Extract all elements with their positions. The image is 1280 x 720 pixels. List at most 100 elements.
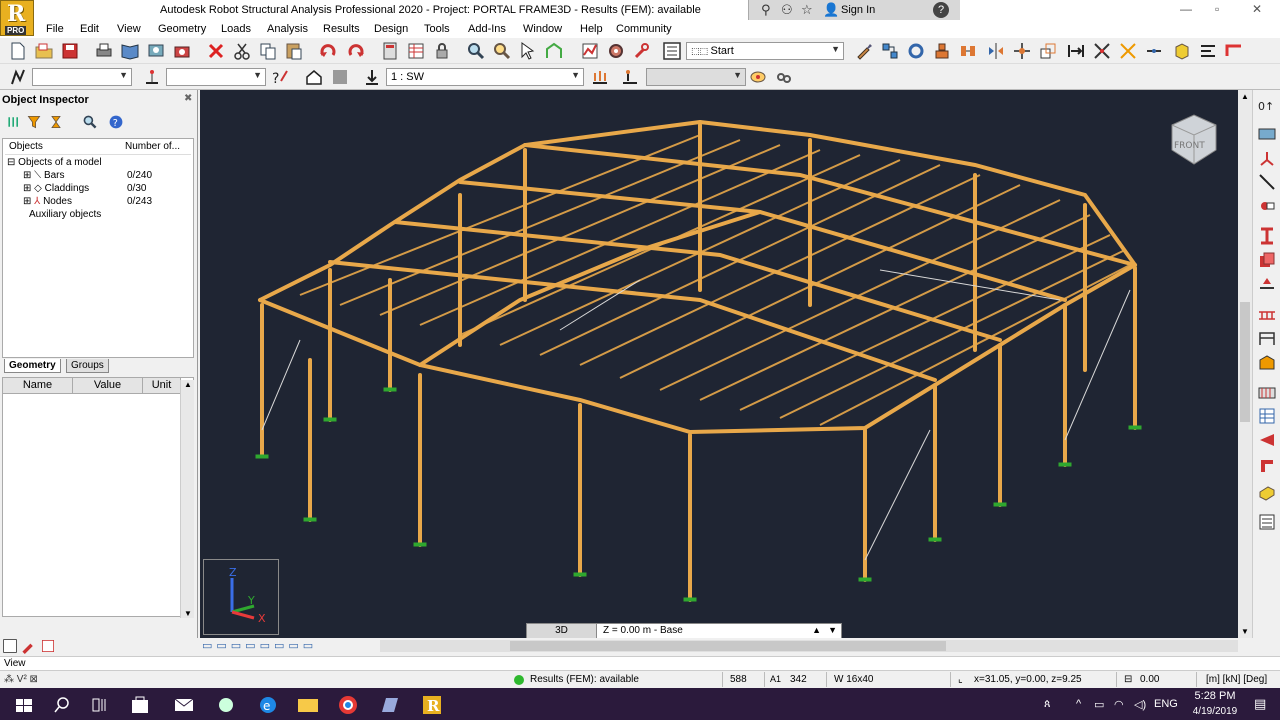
copy-icon[interactable] <box>258 41 278 61</box>
frame-icon[interactable] <box>8 67 28 87</box>
rotate-icon[interactable] <box>906 41 926 61</box>
nodes-icon[interactable] <box>880 41 900 61</box>
tree-item-aux[interactable]: Auxiliary objects <box>29 209 101 220</box>
search-icon[interactable] <box>42 692 82 718</box>
menu-design[interactable]: Design <box>374 23 408 35</box>
plane-up-icon[interactable]: ▲ <box>812 625 821 635</box>
mirror-icon[interactable] <box>986 41 1006 61</box>
menu-analysis[interactable]: Analysis <box>267 23 308 35</box>
scroll-thumb[interactable] <box>510 641 946 651</box>
section-profile-icon[interactable] <box>1257 226 1277 246</box>
trim-icon[interactable] <box>1118 41 1138 61</box>
report-icon[interactable] <box>1257 512 1277 532</box>
selection-combo-1[interactable]: ▼ <box>32 68 132 86</box>
house-icon[interactable] <box>304 67 324 87</box>
camera-icon[interactable] <box>172 41 192 61</box>
zoom-window-icon[interactable] <box>492 41 512 61</box>
lock-icon[interactable] <box>432 41 452 61</box>
scroll-up-icon[interactable]: ▲ <box>184 380 192 389</box>
combination-icon[interactable] <box>620 67 640 87</box>
search-icon[interactable] <box>82 114 98 130</box>
calculator-icon[interactable] <box>380 41 400 61</box>
new-file-icon[interactable] <box>8 41 28 61</box>
app-icon[interactable] <box>206 692 246 718</box>
tree-item-bars[interactable]: ⊞ ⟍ Bars <box>23 170 65 181</box>
user-icon[interactable]: 👤 <box>823 2 839 18</box>
tree-item-claddings[interactable]: ⊞ ◇ Claddings <box>23 183 89 194</box>
divide-icon[interactable] <box>1144 41 1164 61</box>
layout-selector[interactable]: ⬚⬚ Start ▼ <box>686 42 844 60</box>
delete-icon[interactable] <box>206 41 226 61</box>
viewport-vertical-scrollbar[interactable]: ▲ ▼ <box>1238 90 1252 638</box>
star-icon[interactable]: ☆ <box>801 2 813 18</box>
menu-edit[interactable]: Edit <box>80 23 99 35</box>
bar-select-icon[interactable] <box>142 67 162 87</box>
expand-icon[interactable]: ⊞ <box>23 196 31 207</box>
load-display-icon[interactable] <box>590 67 610 87</box>
scroll-down-icon[interactable]: ▼ <box>184 609 192 618</box>
edit-icon[interactable] <box>20 638 36 654</box>
app-logo[interactable]: R PRO <box>0 0 34 36</box>
grid-display-icon[interactable] <box>1257 124 1277 144</box>
support-icon[interactable] <box>1257 148 1277 168</box>
eye-icon[interactable] <box>748 67 768 87</box>
help-icon[interactable]: ? <box>108 114 124 130</box>
minimize-icon[interactable]: — <box>1180 2 1192 16</box>
panel-close-icon[interactable]: ✖ <box>184 93 192 104</box>
material-icon[interactable] <box>1257 250 1277 270</box>
selection-combo-2[interactable]: ▼ <box>166 68 266 86</box>
funnel-icon[interactable] <box>26 114 42 130</box>
screen-capture-icon[interactable] <box>146 41 166 61</box>
wifi-icon[interactable]: ◠ <box>1114 698 1124 711</box>
column-name[interactable]: Name <box>3 378 73 394</box>
steel-design-icon[interactable] <box>1257 430 1277 450</box>
bar-icon[interactable] <box>1257 172 1277 192</box>
beam-icon[interactable] <box>1257 482 1277 502</box>
column-unit[interactable]: Unit <box>143 378 181 394</box>
filter-icon[interactable] <box>6 114 22 130</box>
extend-icon[interactable] <box>1066 41 1086 61</box>
view-mode-3d[interactable]: 3D <box>527 624 597 638</box>
menu-view[interactable]: View <box>117 23 141 35</box>
list-icon[interactable] <box>2 638 18 654</box>
tree-root[interactable]: ⊟ Objects of a model <box>7 157 102 168</box>
zoom-icon[interactable] <box>466 41 486 61</box>
filter-table-icon[interactable] <box>40 638 56 654</box>
print-icon[interactable] <box>94 41 114 61</box>
collapse-icon[interactable]: ⊟ <box>7 157 15 168</box>
task-view-icon[interactable] <box>80 692 120 718</box>
menu-help[interactable]: Help <box>580 23 603 35</box>
diagrams-icon[interactable] <box>580 41 600 61</box>
expand-icon[interactable]: ⊞ <box>23 183 31 194</box>
mail-icon[interactable] <box>164 692 204 718</box>
redo-icon[interactable] <box>346 41 366 61</box>
scroll-down-icon[interactable]: ▼ <box>1241 627 1249 636</box>
query-icon[interactable]: ? <box>270 67 290 87</box>
nodes-number-icon[interactable]: 0↑ <box>1257 96 1277 116</box>
link-icon[interactable] <box>774 67 794 87</box>
tab-groups[interactable]: Groups <box>66 359 109 373</box>
save-icon[interactable] <box>60 41 80 61</box>
layout-list-icon[interactable] <box>662 41 682 61</box>
notifications-icon[interactable]: ▤ <box>1254 696 1266 712</box>
load-icon[interactable] <box>932 41 952 61</box>
edge-icon[interactable]: e <box>248 692 288 718</box>
building-icon[interactable] <box>1257 352 1277 372</box>
properties-scrollbar[interactable]: ▲ ▼ <box>180 380 194 618</box>
frame-2d-icon[interactable] <box>1257 328 1277 348</box>
notebook-icon[interactable] <box>370 692 410 718</box>
menu-geometry[interactable]: Geometry <box>158 23 206 35</box>
help-icon[interactable]: ? <box>933 2 949 18</box>
settings-icon[interactable] <box>606 41 626 61</box>
store-icon[interactable] <box>120 692 160 718</box>
book-icon[interactable] <box>120 41 140 61</box>
menu-tools[interactable]: Tools <box>424 23 450 35</box>
wrench-icon[interactable] <box>632 41 652 61</box>
windows-start-icon[interactable] <box>4 692 44 718</box>
slab-icon[interactable] <box>1257 382 1277 402</box>
menu-file[interactable]: File <box>46 23 64 35</box>
release-icon[interactable] <box>1257 196 1277 216</box>
menu-window[interactable]: Window <box>523 23 562 35</box>
load-case-icon[interactable] <box>362 67 382 87</box>
tree-item-nodes[interactable]: ⊞ ⅄ Nodes <box>23 196 72 207</box>
